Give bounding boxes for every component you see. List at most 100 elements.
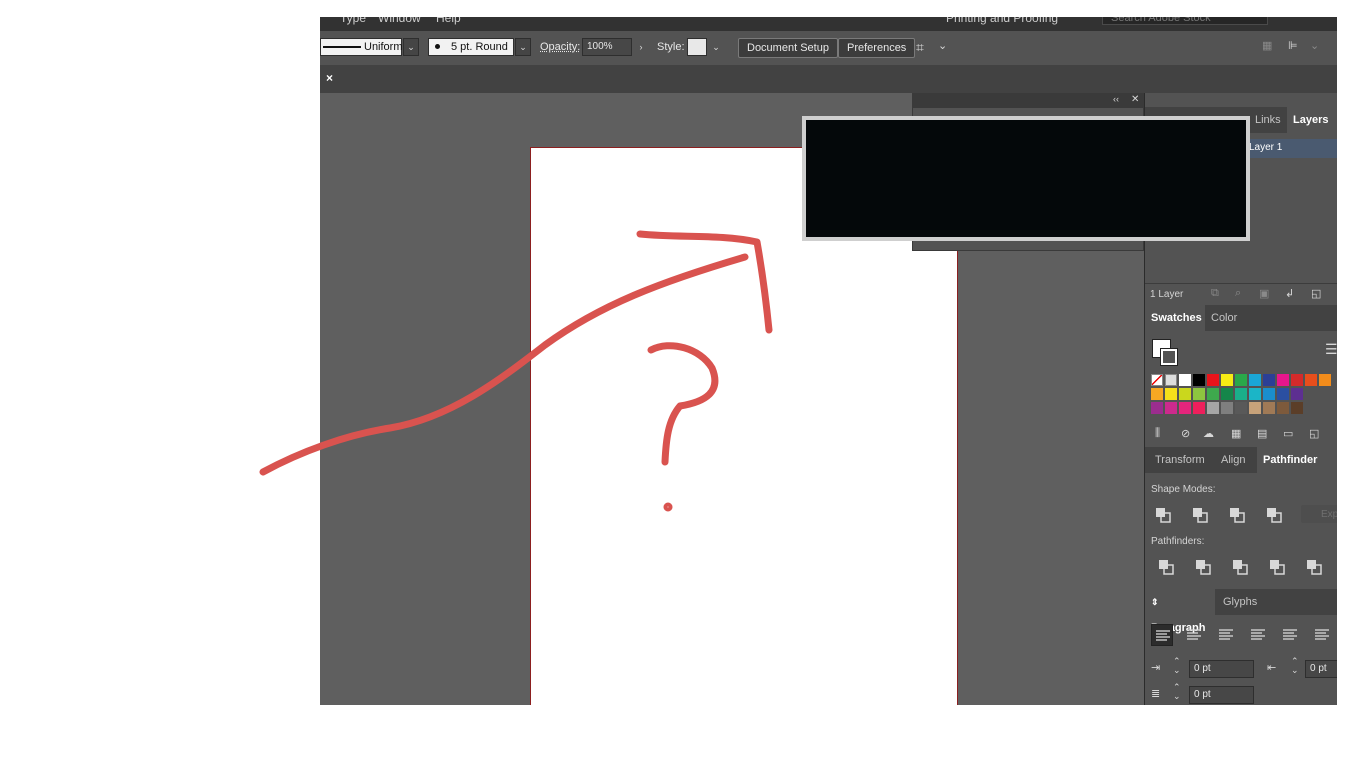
unite-icon[interactable] <box>1155 507 1171 523</box>
swatch[interactable] <box>1319 374 1331 386</box>
collapse-icon[interactable]: ‹‹ <box>1113 94 1119 104</box>
new-sublayer-icon[interactable]: ↲ <box>1285 287 1294 300</box>
floating-panel-header[interactable]: ‹‹ ✕ <box>913 94 1143 108</box>
preferences-button[interactable]: Preferences <box>838 38 916 58</box>
tab-transform[interactable]: Transform <box>1149 447 1211 473</box>
panel-grid-icon[interactable]: ▦ <box>1262 39 1272 52</box>
cloud-library-icon[interactable]: ☁ <box>1203 427 1214 440</box>
left-indent-stepper[interactable]: ⌃ ⌄ <box>1173 657 1181 675</box>
swatch[interactable] <box>1165 388 1177 400</box>
swatch[interactable] <box>1193 388 1205 400</box>
panel-options-icon[interactable]: ⊫ <box>1288 39 1298 52</box>
swatch[interactable] <box>1207 388 1219 400</box>
left-indent-input[interactable]: 0 pt <box>1189 660 1254 678</box>
swatch[interactable] <box>1151 388 1163 400</box>
swatch[interactable] <box>1193 374 1205 386</box>
swatch[interactable] <box>1263 374 1275 386</box>
graphic-style-swatch[interactable] <box>687 38 707 56</box>
first-line-indent-stepper[interactable]: ⌃ ⌄ <box>1173 683 1181 701</box>
swatch[interactable] <box>1277 374 1289 386</box>
crop-icon[interactable] <box>1269 559 1285 575</box>
document-setup-button[interactable]: Document Setup <box>738 38 838 58</box>
swatch[interactable] <box>1221 402 1233 414</box>
swatch[interactable] <box>1207 402 1219 414</box>
swatch[interactable] <box>1291 374 1303 386</box>
swatch[interactable] <box>1291 402 1303 414</box>
tab-glyphs[interactable]: Glyphs <box>1217 589 1263 615</box>
locate-object-icon[interactable]: ⧉ <box>1211 287 1219 300</box>
menu-type[interactable]: Type <box>340 17 366 25</box>
divide-icon[interactable] <box>1158 559 1174 575</box>
swatch[interactable] <box>1151 402 1163 414</box>
stroke-swatch[interactable] <box>1160 348 1178 366</box>
align-center-icon[interactable] <box>1183 624 1205 646</box>
swatch-none[interactable] <box>1151 374 1163 386</box>
swatch-options-icon[interactable]: ▤ <box>1257 427 1267 440</box>
swatch[interactable] <box>1277 402 1289 414</box>
swatch[interactable] <box>1207 374 1219 386</box>
swatch[interactable] <box>1291 388 1303 400</box>
menu-window[interactable]: Window <box>378 17 421 25</box>
align-left-icon[interactable] <box>1151 624 1173 646</box>
merge-icon[interactable] <box>1232 559 1248 575</box>
swatch[interactable] <box>1263 388 1275 400</box>
tab-layers[interactable]: Layers <box>1287 107 1337 133</box>
swatch-registration[interactable] <box>1165 374 1177 386</box>
tab-links[interactable]: Links <box>1249 107 1287 133</box>
swatch[interactable] <box>1235 374 1247 386</box>
justify-center-icon[interactable] <box>1279 624 1301 646</box>
swatch[interactable] <box>1235 388 1247 400</box>
opacity-input[interactable]: 100% <box>582 38 632 56</box>
tab-paragraph[interactable]: ⇕ Paragraph <box>1145 589 1215 634</box>
new-layer-icon[interactable]: ◱ <box>1311 287 1321 300</box>
new-swatch-icon[interactable]: ◱ <box>1309 427 1319 440</box>
swatch[interactable] <box>1263 402 1275 414</box>
menu-help[interactable]: Help <box>436 17 461 25</box>
search-layer-icon[interactable]: ⌕ <box>1235 287 1241 300</box>
swatch[interactable] <box>1249 388 1261 400</box>
right-indent-input[interactable]: 0 pt <box>1305 660 1337 678</box>
panel-options-dropdown-icon[interactable]: ⌄ <box>1310 39 1319 52</box>
swatch[interactable] <box>1249 402 1261 414</box>
swatch[interactable] <box>1165 402 1177 414</box>
outline-icon[interactable] <box>1306 559 1322 575</box>
swatches-menu-icon[interactable]: ☰ <box>1325 341 1337 358</box>
align-right-icon[interactable] <box>1215 624 1237 646</box>
swatch[interactable] <box>1179 402 1191 414</box>
stroke-profile-dropdown-icon[interactable]: ⌄ <box>403 38 419 56</box>
expand-button[interactable]: Expand <box>1301 505 1337 523</box>
style-dropdown-icon[interactable]: ⌄ <box>708 38 724 56</box>
swatch[interactable] <box>1179 374 1191 386</box>
trim-icon[interactable] <box>1195 559 1211 575</box>
swatch[interactable] <box>1235 402 1247 414</box>
tab-swatches[interactable]: Swatches <box>1145 305 1205 331</box>
tab-pathfinder[interactable]: Pathfinder <box>1257 447 1337 473</box>
opacity-arrow-icon[interactable]: › <box>633 38 649 56</box>
intersect-icon[interactable] <box>1229 507 1245 523</box>
brush-dropdown-icon[interactable]: ⌄ <box>515 38 531 56</box>
tab-align[interactable]: Align <box>1215 447 1251 473</box>
right-indent-stepper[interactable]: ⌃ ⌄ <box>1291 657 1299 675</box>
show-swatch-kinds-icon[interactable]: ▦ <box>1231 427 1241 440</box>
first-line-indent-input[interactable]: 0 pt <box>1189 686 1254 704</box>
stroke-profile-select[interactable]: Uniform <box>320 38 403 56</box>
tab-color[interactable]: Color <box>1205 305 1243 331</box>
new-color-group-icon[interactable]: ▭ <box>1283 427 1293 440</box>
close-document-icon[interactable]: × <box>326 71 340 85</box>
opacity-label[interactable]: Opacity: <box>540 41 580 53</box>
close-panel-icon[interactable]: ✕ <box>1131 94 1139 105</box>
swatch[interactable] <box>1221 388 1233 400</box>
swatch[interactable] <box>1277 388 1289 400</box>
clipping-mask-icon[interactable]: ▣ <box>1259 287 1269 300</box>
justify-right-icon[interactable] <box>1311 624 1333 646</box>
brush-select[interactable]: 5 pt. Round <box>428 38 514 56</box>
swatch[interactable] <box>1179 388 1191 400</box>
swatch[interactable] <box>1193 402 1205 414</box>
arrange-dropdown-icon[interactable]: ⌄ <box>938 39 947 52</box>
swatch[interactable] <box>1249 374 1261 386</box>
arrange-icon[interactable]: ⌗ <box>916 39 924 56</box>
swatch[interactable] <box>1305 374 1317 386</box>
stock-search-input[interactable]: Search Adobe Stock <box>1102 17 1268 25</box>
exclude-icon[interactable] <box>1266 507 1282 523</box>
justify-left-icon[interactable] <box>1247 624 1269 646</box>
